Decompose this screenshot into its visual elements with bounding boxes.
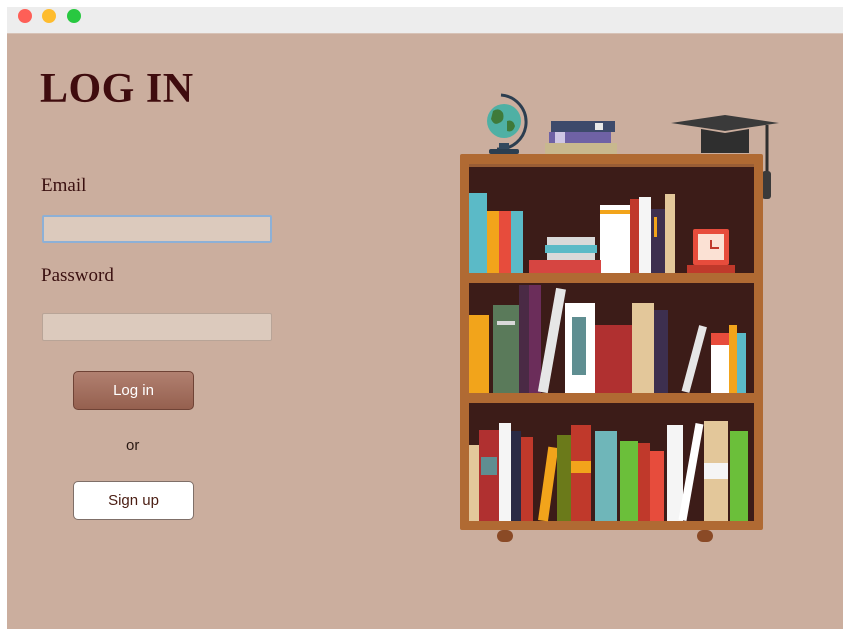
signup-button[interactable]: Sign up xyxy=(73,481,194,520)
title-bar xyxy=(7,7,843,34)
or-separator: or xyxy=(126,437,140,454)
page-title: LOG IN xyxy=(40,66,194,112)
globe-icon xyxy=(487,93,528,154)
password-label: Password xyxy=(41,265,114,286)
bookshelf-illustration xyxy=(460,93,779,542)
app-window: LOG IN Email Password Log in or Sign up xyxy=(7,7,843,629)
close-icon[interactable] xyxy=(18,9,32,23)
login-button[interactable]: Log in xyxy=(73,371,194,410)
zoom-icon[interactable] xyxy=(67,9,81,23)
minimize-icon[interactable] xyxy=(42,9,56,23)
email-label: Email xyxy=(41,175,87,196)
email-field[interactable] xyxy=(42,215,272,243)
password-field[interactable] xyxy=(42,313,272,341)
stacked-books-icon xyxy=(545,121,617,154)
clock-icon xyxy=(687,229,735,273)
